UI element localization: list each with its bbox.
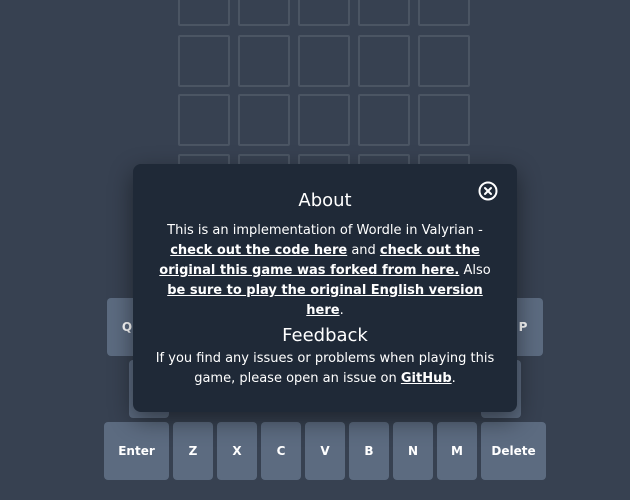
grid-cell (178, 94, 230, 146)
key-m[interactable]: M (437, 422, 477, 480)
about-text-4: . (339, 303, 344, 318)
circle-x-icon[interactable] (478, 181, 498, 201)
key-v[interactable]: V (305, 422, 345, 480)
grid-cell (298, 94, 350, 146)
key-x[interactable]: X (217, 422, 257, 480)
key-enter[interactable]: Enter (104, 422, 169, 480)
grid-cell (418, 94, 470, 146)
grid-cell (418, 35, 470, 87)
game-screen: Q P Enter Z X C V B N M Delete About Thi… (0, 0, 630, 500)
key-z[interactable]: Z (173, 422, 213, 480)
key-delete[interactable]: Delete (481, 422, 546, 480)
feedback-title: Feedback (282, 325, 368, 346)
grid-cell (238, 0, 290, 26)
english-version-link[interactable]: be sure to play the original English ver… (167, 283, 483, 318)
about-description: This is an implementation of Wordle in V… (153, 221, 497, 321)
close-button[interactable] (478, 181, 498, 201)
grid-cell (238, 35, 290, 87)
feedback-description: If you find any issues or problems when … (153, 349, 497, 389)
key-b[interactable]: B (349, 422, 389, 480)
key-n[interactable]: N (393, 422, 433, 480)
grid-cell (358, 94, 410, 146)
code-link[interactable]: check out the code here (170, 243, 347, 258)
grid-cell (358, 0, 410, 26)
about-text-1: This is an implementation of Wordle in V… (167, 223, 483, 238)
feedback-text-2: . (451, 371, 456, 386)
about-modal: About This is an implementation of Wordl… (133, 164, 517, 412)
modal-title: About (298, 190, 352, 211)
key-c[interactable]: C (261, 422, 301, 480)
grid-cell (298, 35, 350, 87)
grid-cell (418, 0, 470, 26)
grid-cell (358, 35, 410, 87)
grid-cell (238, 94, 290, 146)
grid-cell (178, 0, 230, 26)
grid-cell (298, 0, 350, 26)
about-text-3: Also (459, 263, 491, 278)
github-link[interactable]: GitHub (401, 371, 452, 386)
grid-cell (178, 35, 230, 87)
about-text-2: and (347, 243, 380, 258)
